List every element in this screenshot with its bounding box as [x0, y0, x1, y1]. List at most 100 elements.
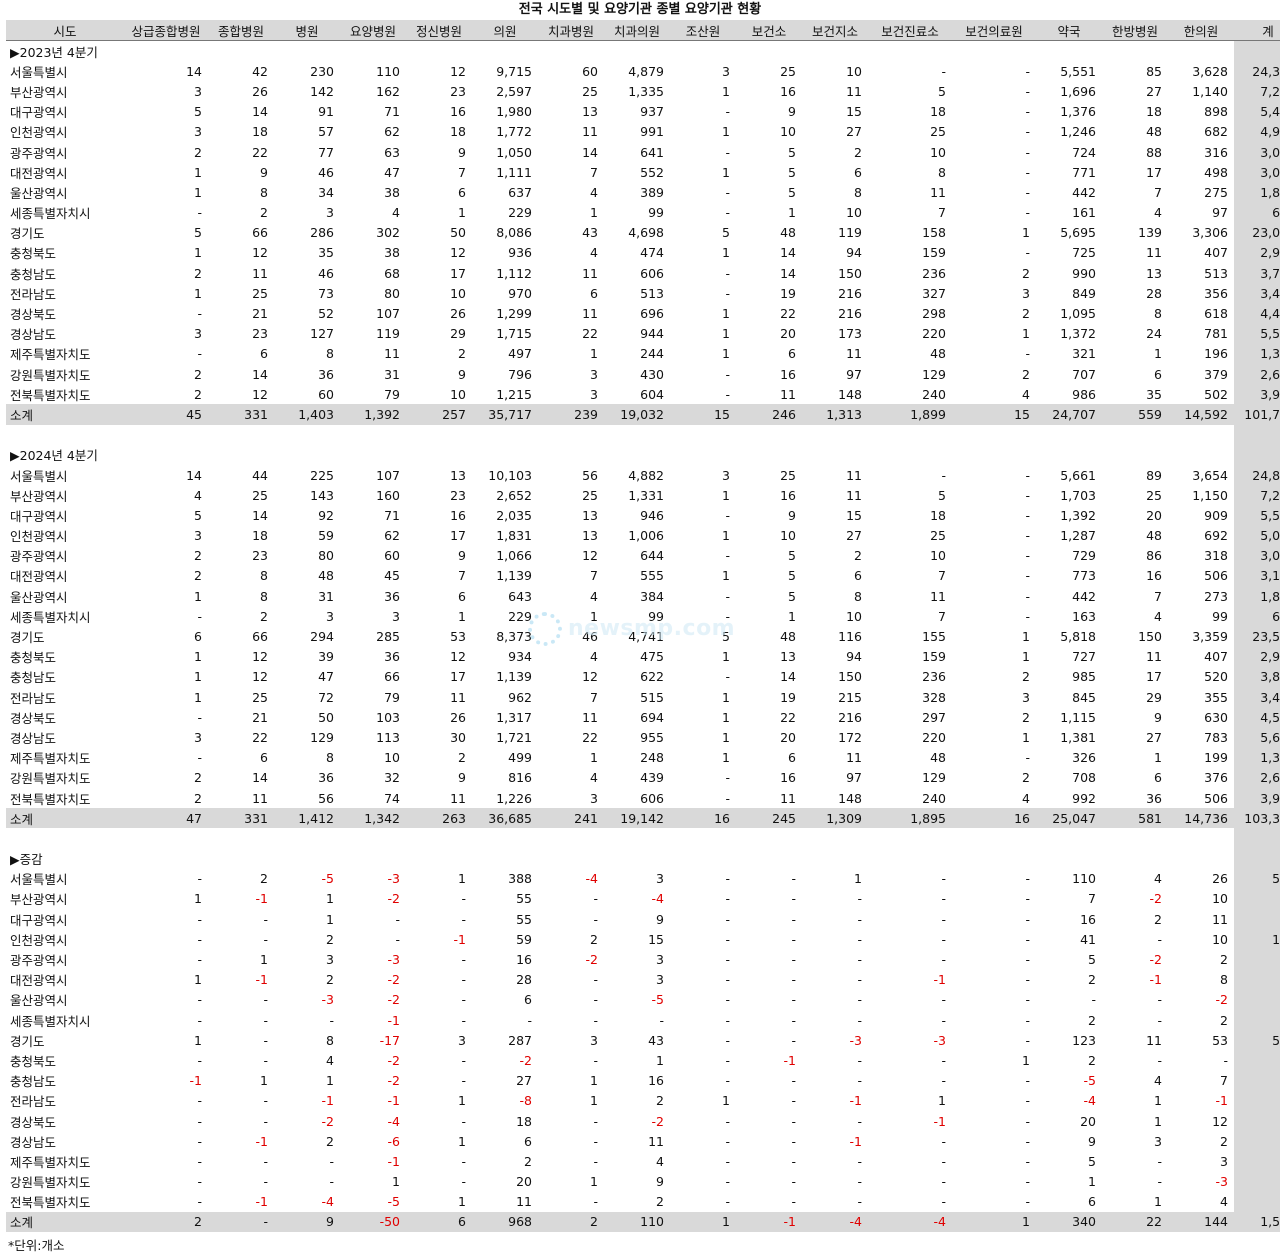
table-row: 부산광역시 4 25 143 160 23 2,652 25 1,331 1 16 11 5 - 1,703… [6, 485, 1280, 506]
region-cell: 인천광역시 [10, 125, 68, 141]
value-cell: - [725, 265, 730, 281]
value-cell: 12 [252, 649, 268, 665]
region-cell: 광주광역시 [10, 145, 68, 161]
total-cell: 24,887 [1234, 464, 1280, 486]
value-cell: 1,139 [496, 568, 532, 584]
value-cell: 20 [780, 326, 796, 342]
value-cell: - [725, 931, 730, 947]
value-cell: - [461, 1113, 466, 1129]
value-cell: -17 [379, 1032, 400, 1048]
value-cell: 1 [194, 891, 202, 907]
value-cell: 10 [846, 608, 862, 624]
value-cell: 45 [124, 404, 208, 425]
value-cell: 286 [310, 225, 334, 241]
value-cell: 8 [326, 750, 334, 766]
value-cell: 7 [938, 568, 946, 584]
value-cell: 150 [838, 265, 862, 281]
value-cell: - [725, 588, 730, 604]
value-cell: 53 [450, 629, 466, 645]
value-cell: 4,882 [628, 467, 664, 483]
value-cell: 236 [922, 669, 946, 685]
value-cell: 16 [648, 1073, 664, 1089]
value-cell: 22 [1102, 1211, 1168, 1233]
table-row: 서울특별시 14 42 230 110 12 9,715 60 4,879 3 25 10 - - 5,55… [6, 61, 1280, 82]
value-cell: 15 [670, 404, 736, 425]
section-label: ▶증감 [10, 852, 43, 868]
value-cell: 129 [922, 366, 946, 382]
value-cell: 682 [1204, 124, 1228, 140]
value-cell: 60 [582, 63, 598, 79]
value-cell: 12 [450, 63, 466, 79]
region-cell: 충청북도 [10, 246, 57, 262]
value-cell: 3 [458, 1032, 466, 1048]
value-cell: 17 [1146, 164, 1162, 180]
value-cell: 73 [318, 285, 334, 301]
value-cell: -4 [585, 871, 598, 887]
value-cell: 442 [1072, 588, 1096, 604]
table-row: 경기도 1 - 8 -17 3 287 3 43 - - -3 -3 - 123 11 53 509 [6, 1030, 1280, 1051]
value-cell: 3 [326, 608, 334, 624]
value-cell: 796 [508, 366, 532, 382]
value-cell: -4 [868, 1211, 952, 1233]
total-cell: 101,762 [1234, 404, 1280, 425]
value-cell: 475 [640, 649, 664, 665]
value-cell: 356 [1204, 285, 1228, 301]
table-row: 서울특별시 - 2 -5 -3 1 388 -4 3 - - 1 - - 110 4 26 523 [6, 868, 1280, 889]
value-cell: 13 [582, 104, 598, 120]
value-cell: 5 [938, 83, 946, 99]
column-header: 의원 [472, 20, 538, 41]
region-cell: 대구광역시 [10, 912, 68, 928]
value-cell: - [725, 992, 730, 1008]
section-label: ▶2024년 4분기 [10, 448, 98, 464]
value-cell: 80 [318, 548, 334, 564]
value-cell: 16 [450, 104, 466, 120]
value-cell: 17 [450, 669, 466, 685]
value-cell: 6 [854, 164, 862, 180]
value-cell: 36 [318, 366, 334, 382]
value-cell: 12 [252, 669, 268, 685]
value-cell: 63 [384, 144, 400, 160]
value-cell: 110 [1072, 871, 1096, 887]
value-cell: - [1025, 952, 1030, 968]
value-cell: 56 [582, 467, 598, 483]
value-cell: - [593, 972, 598, 988]
value-cell: 241 [538, 808, 604, 829]
value-cell: 321 [1072, 346, 1096, 362]
value-cell: 2 [1220, 1012, 1228, 1028]
value-cell: 10 [384, 750, 400, 766]
table-row: 울산광역시 1 8 31 36 6 643 4 384 - 5 8 11 - 442 7 273 1,859 [6, 586, 1280, 607]
value-cell: - [1091, 992, 1096, 1008]
value-cell: -2 [387, 891, 400, 907]
value-cell: -1 [849, 1093, 862, 1109]
value-cell: 641 [640, 144, 664, 160]
region-cell: 서울특별시 [10, 468, 68, 484]
value-cell: 1,376 [1060, 104, 1096, 120]
value-cell: - [593, 891, 598, 907]
value-cell: 2 [458, 750, 466, 766]
value-cell: 22 [780, 709, 796, 725]
value-cell: 1 [458, 1133, 466, 1149]
value-cell: 355 [1204, 689, 1228, 705]
value-cell: - [725, 790, 730, 806]
value-cell: 4,879 [628, 63, 664, 79]
value-cell: 1 [458, 608, 466, 624]
value-cell: 4,698 [628, 225, 664, 241]
value-cell: - [1025, 144, 1030, 160]
value-cell: 44 [252, 467, 268, 483]
value-cell: -1 [933, 972, 946, 988]
value-cell: - [461, 992, 466, 1008]
value-cell: 302 [376, 225, 400, 241]
value-cell: 1 [590, 1073, 598, 1089]
value-cell: 9 [788, 507, 796, 523]
unit-note: *단위:개소 [8, 1238, 65, 1253]
value-cell: - [791, 1093, 796, 1109]
value-cell: - [725, 669, 730, 685]
value-cell: 1,317 [496, 709, 532, 725]
value-cell: 25 [930, 528, 946, 544]
value-cell: 14,592 [1168, 404, 1234, 425]
region-cell: 전북특별자치도 [10, 791, 91, 807]
value-cell: 1 [722, 568, 730, 584]
value-cell: 55 [516, 891, 532, 907]
value-cell: - [461, 1153, 466, 1169]
value-cell: 5 [788, 588, 796, 604]
